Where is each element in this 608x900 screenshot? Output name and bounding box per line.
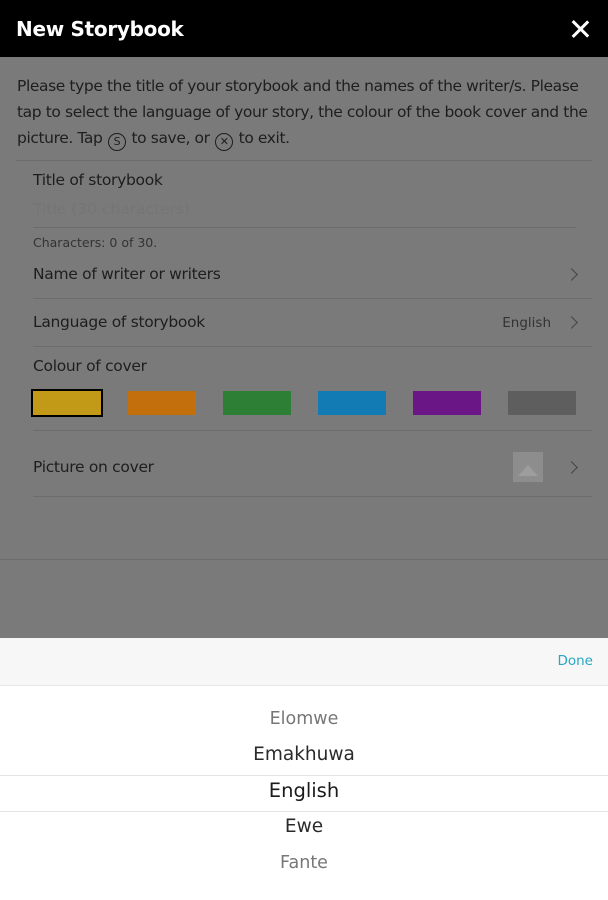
close-icon[interactable]	[568, 17, 592, 41]
instructions-text: Please type the title of your storybook …	[0, 57, 608, 151]
picker-toolbar: Done	[0, 638, 608, 686]
picture-label: Picture on cover	[33, 458, 154, 476]
save-glyph-icon: S	[107, 132, 126, 151]
colour-swatch[interactable]	[31, 389, 103, 417]
divider	[33, 496, 592, 497]
title-label: Title of storybook	[33, 171, 163, 189]
chevron-right-icon	[565, 316, 578, 329]
language-picker[interactable]: Elomwe Emakhuwa English Ewe Fante	[0, 686, 608, 900]
instructions-part-3: to exit.	[234, 129, 290, 147]
selection-top-line	[0, 775, 608, 776]
divider	[16, 160, 592, 161]
picker-option[interactable]: Elomwe	[0, 709, 608, 729]
exit-glyph-icon: ✕	[215, 132, 234, 151]
writers-label: Name of writer or writers	[33, 265, 221, 283]
colour-swatch[interactable]	[128, 391, 196, 415]
storybook-form: Please type the title of your storybook …	[0, 57, 608, 638]
picker-option[interactable]: English	[0, 779, 608, 802]
page-title: New Storybook	[16, 16, 184, 41]
instructions-part-1: Please type the title of your storybook …	[17, 77, 588, 147]
colour-swatch[interactable]	[413, 391, 481, 415]
title-input[interactable]	[33, 200, 573, 218]
colour-swatch[interactable]	[223, 391, 291, 415]
instructions-part-2: to save, or	[126, 129, 215, 147]
colour-label: Colour of cover	[33, 357, 147, 375]
divider	[33, 346, 592, 347]
image-icon	[513, 452, 543, 482]
picker-option[interactable]: Fante	[0, 853, 608, 873]
picker-option[interactable]: Emakhuwa	[0, 744, 608, 765]
divider	[33, 298, 592, 299]
chevron-right-icon	[565, 461, 578, 474]
colour-swatch[interactable]	[318, 391, 386, 415]
colour-swatch[interactable]	[508, 391, 576, 415]
divider	[0, 559, 608, 560]
language-value: English	[502, 315, 551, 331]
app-header: New Storybook	[0, 0, 608, 57]
picker-option[interactable]: Ewe	[0, 816, 608, 837]
selection-bottom-line	[0, 811, 608, 812]
language-label: Language of storybook	[33, 313, 205, 331]
title-underline	[33, 227, 576, 228]
character-count: Characters: 0 of 30.	[33, 235, 158, 250]
divider	[33, 430, 592, 431]
done-button[interactable]: Done	[557, 653, 593, 669]
chevron-right-icon	[565, 268, 578, 281]
